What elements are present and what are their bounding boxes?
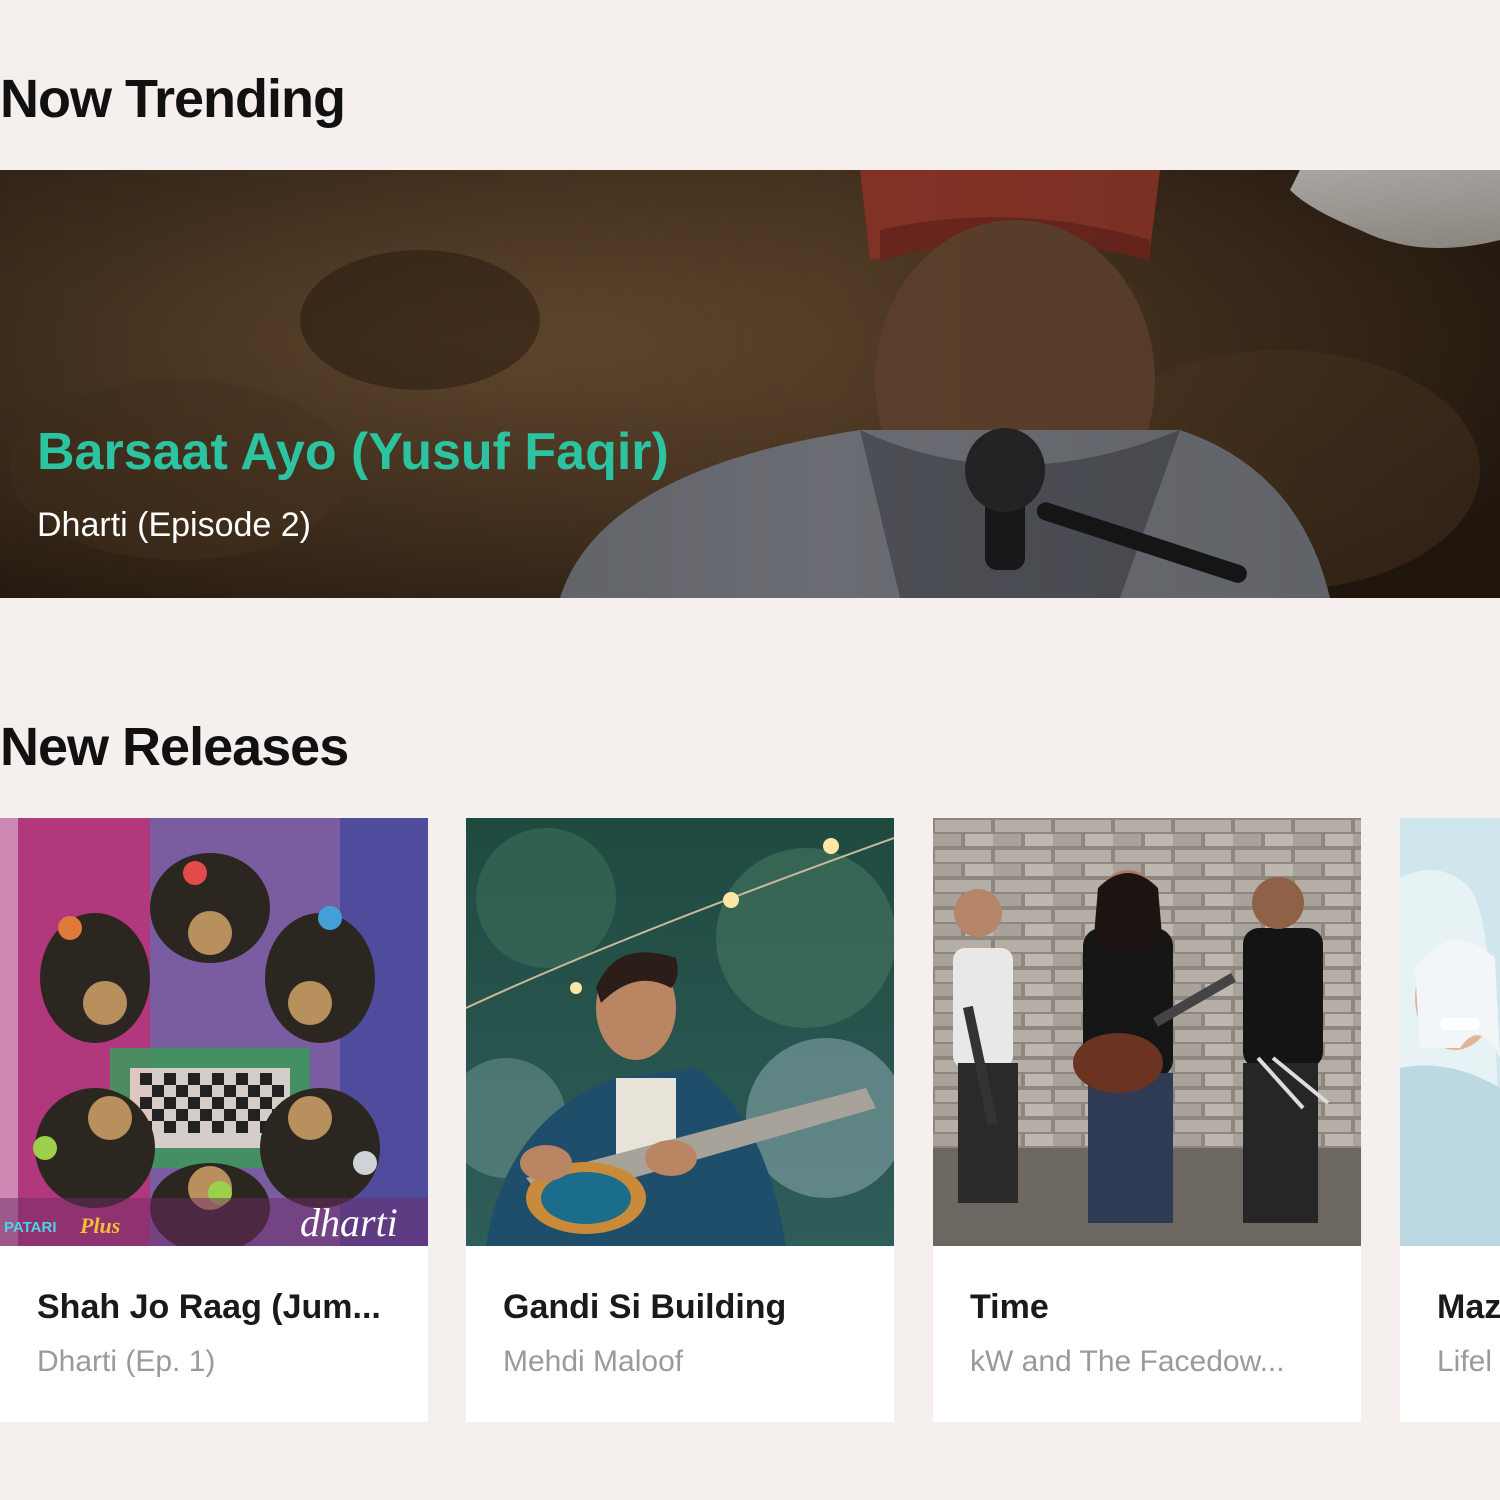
- release-artist[interactable]: Dharti (Ep. 1): [37, 1345, 397, 1379]
- page: Now Trending Barsaat Ayo (Yusuf Faqir) D…: [0, 0, 1500, 1500]
- patari-logo: PATARI: [4, 1219, 57, 1236]
- trending-hero-banner[interactable]: Barsaat Ayo (Yusuf Faqir) Dharti (Episod…: [0, 170, 1500, 598]
- release-cover-art: [933, 818, 1361, 1246]
- release-title[interactable]: Shah Jo Raag (Jum...: [37, 1288, 397, 1327]
- release-title[interactable]: Maz: [1437, 1288, 1500, 1327]
- release-artist[interactable]: Lifel: [1437, 1345, 1500, 1379]
- featured-track-title[interactable]: Barsaat Ayo (Yusuf Faqir): [37, 422, 669, 482]
- release-title[interactable]: Gandi Si Building: [503, 1288, 863, 1327]
- release-title[interactable]: Time: [970, 1288, 1330, 1327]
- release-card[interactable]: Maz Lifel: [1400, 818, 1500, 1422]
- release-card[interactable]: Time kW and The Facedow...: [933, 818, 1361, 1422]
- now-trending-heading: Now Trending: [0, 69, 346, 129]
- featured-track-subtitle[interactable]: Dharti (Episode 2): [37, 506, 311, 545]
- release-cover-art: [1400, 818, 1500, 1246]
- release-artist[interactable]: kW and The Facedow...: [970, 1345, 1330, 1379]
- new-releases-heading: New Releases: [0, 717, 349, 777]
- release-cover-art: [466, 818, 894, 1246]
- plus-logo: Plus: [79, 1213, 120, 1238]
- dharti-logo: dharti: [300, 1200, 398, 1245]
- release-artist[interactable]: Mehdi Maloof: [503, 1345, 863, 1379]
- release-cover-art: PATARI Plus dharti: [0, 818, 428, 1246]
- release-card[interactable]: PATARI Plus dharti Shah Jo Raag (Jum... …: [0, 818, 428, 1422]
- release-card[interactable]: Gandi Si Building Mehdi Maloof: [466, 818, 894, 1422]
